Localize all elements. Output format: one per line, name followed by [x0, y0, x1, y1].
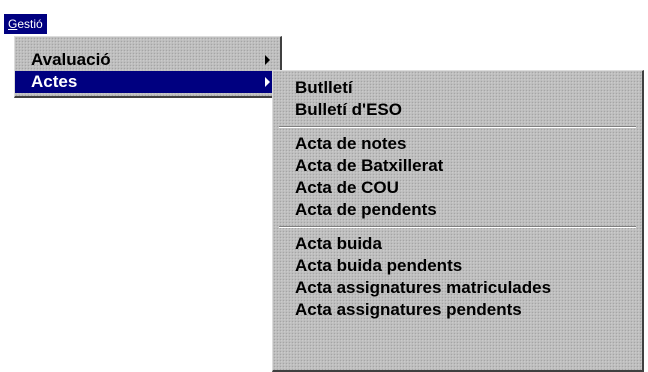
menu-item-label: Acta de pendents	[295, 200, 437, 219]
menu-item-acta-notes[interactable]: Acta de notes	[273, 133, 642, 155]
gestio-dropdown: Avaluació Actes	[14, 36, 282, 98]
menu-item-avaluacio[interactable]: Avaluació	[15, 49, 280, 71]
menu-item-label: Acta de Batxillerat	[295, 156, 444, 175]
submenu-arrow-icon	[265, 77, 270, 87]
menu-item-avaluacio-label: Avaluació	[31, 50, 111, 69]
submenu-arrow-icon	[265, 55, 270, 65]
menu-item-label: Acta buida	[295, 234, 382, 253]
menu-item-acta-pendents[interactable]: Acta de pendents	[273, 199, 642, 221]
menu-item-acta-batxillerat[interactable]: Acta de Batxillerat	[273, 155, 642, 177]
menu-item-acta-assignatures-pendents[interactable]: Acta assignatures pendents	[273, 299, 642, 321]
menu-item-label: Acta assignatures matriculades	[295, 278, 552, 297]
menu-gestio-label: estió	[17, 17, 43, 31]
menu-item-acta-buida[interactable]: Acta buida	[273, 233, 642, 255]
menu-item-acta-cou[interactable]: Acta de COU	[273, 177, 642, 199]
menu-item-label: Acta assignatures pendents	[295, 300, 522, 319]
menu-item-label: Bulletí d'ESO	[295, 100, 402, 119]
menu-item-bulleti-eso[interactable]: Bulletí d'ESO	[273, 99, 642, 121]
actes-submenu: Butlletí Bulletí d'ESO Acta de notes Act…	[272, 70, 644, 372]
menu-item-actes[interactable]: Actes	[15, 71, 280, 93]
menu-item-label: Acta buida pendents	[295, 256, 463, 275]
menu-gestio-accel: G	[8, 17, 18, 31]
screen: Gestió Avaluació Actes Butlletí Bulletí …	[0, 0, 648, 372]
menu-gestio[interactable]: Gestió	[4, 14, 47, 34]
menu-separator	[273, 121, 642, 133]
menu-item-actes-label: Actes	[31, 72, 78, 91]
menu-item-label: Butlletí	[295, 78, 353, 97]
menu-separator	[273, 221, 642, 233]
menu-item-acta-buida-pendents[interactable]: Acta buida pendents	[273, 255, 642, 277]
menu-item-acta-assignatures-matriculades[interactable]: Acta assignatures matriculades	[273, 277, 642, 299]
menu-item-label: Acta de notes	[295, 134, 407, 153]
menu-item-butlleti[interactable]: Butlletí	[273, 77, 642, 99]
menu-item-label: Acta de COU	[295, 178, 399, 197]
